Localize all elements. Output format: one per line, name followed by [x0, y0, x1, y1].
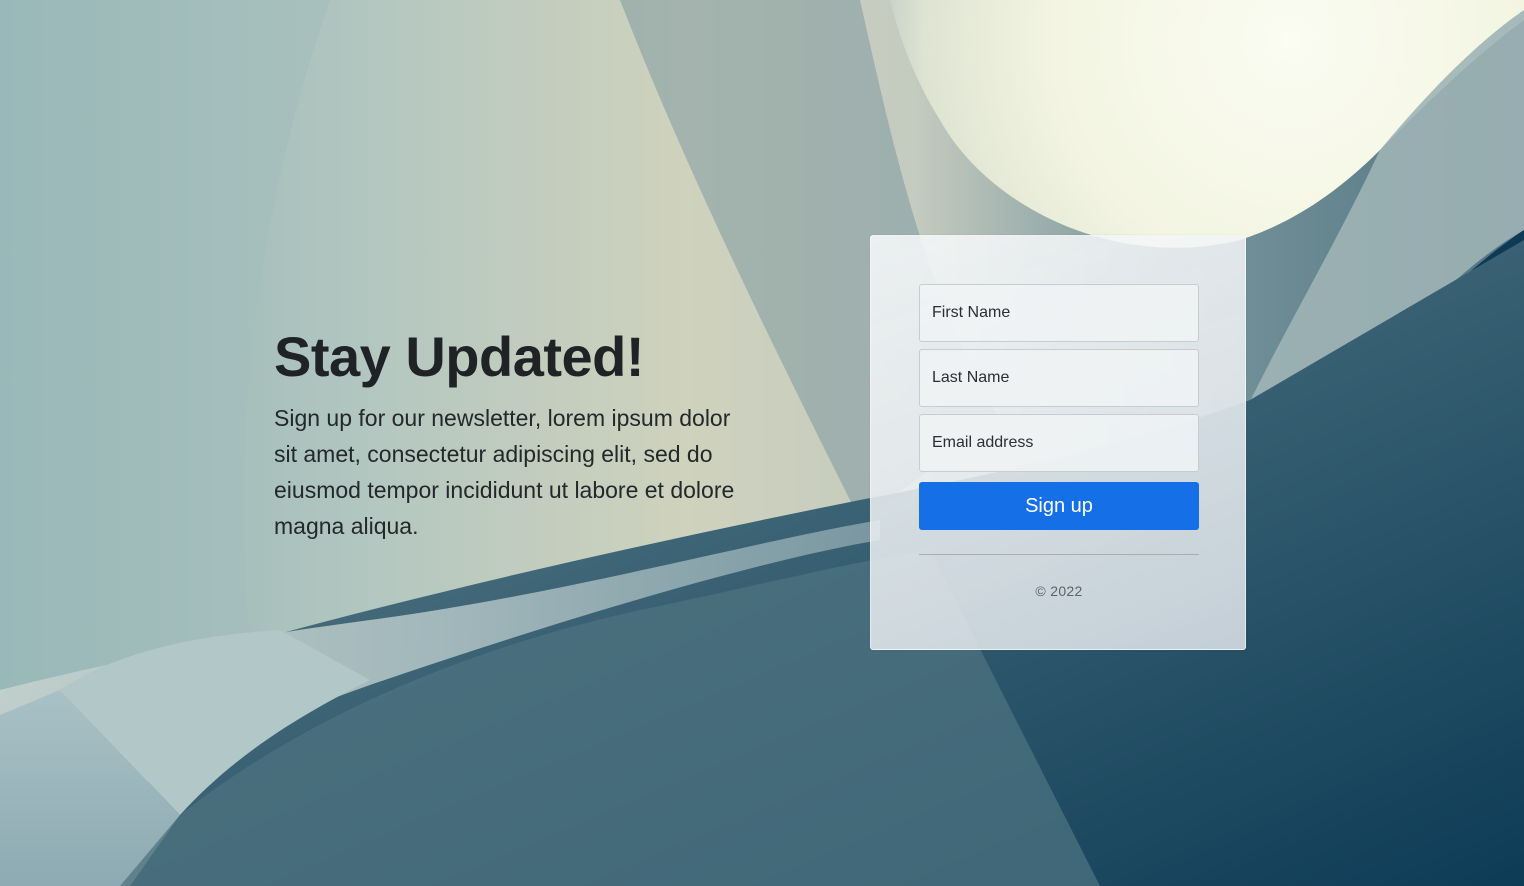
signup-card: Sign up © 2022 [870, 235, 1246, 650]
first-name-field[interactable] [919, 284, 1199, 342]
divider [919, 554, 1199, 555]
background-image [0, 0, 1524, 886]
last-name-field[interactable] [919, 349, 1199, 407]
newsletter-page: Stay Updated! Sign up for our newsletter… [0, 0, 1524, 886]
copyright-text: © 2022 [1035, 583, 1083, 599]
email-field[interactable] [919, 414, 1199, 472]
page-title: Stay Updated! [274, 325, 645, 388]
hero-section: Stay Updated! Sign up for our newsletter… [274, 326, 744, 544]
sign-up-button[interactable]: Sign up [919, 482, 1199, 530]
hero-description: Sign up for our newsletter, lorem ipsum … [274, 405, 735, 539]
